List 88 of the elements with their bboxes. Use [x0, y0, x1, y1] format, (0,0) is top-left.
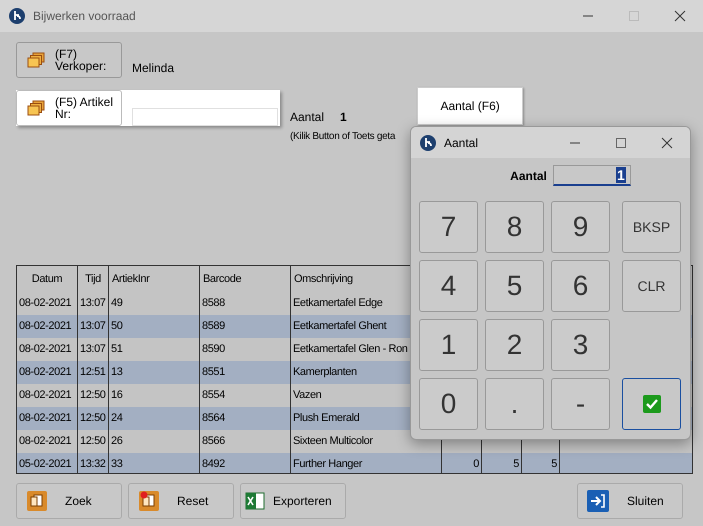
table-cell-text: 08-02-2021 [19, 434, 72, 450]
table-cell-text: 8492 [202, 457, 225, 472]
table-cell-text: 08-02-2021 [19, 365, 72, 380]
table-cell-text: 8588 [202, 296, 225, 312]
table-cell-text: 08-02-2021 [19, 388, 72, 404]
table-cell-text: 13:07 [80, 342, 106, 358]
table-cell-text: 0 [473, 457, 479, 472]
folders-icon [27, 52, 45, 68]
column-header: Barcode [203, 272, 242, 287]
table-cell-text: Sixteen Multicolor [293, 434, 373, 450]
checkmark-icon [642, 395, 660, 413]
keypad-key[interactable]: 0 [419, 378, 478, 430]
exit-icon [587, 490, 609, 512]
column-header: Datum [32, 272, 62, 287]
table-cell-text: 05-02-2021 [19, 457, 72, 472]
column-header: Tijd [85, 272, 101, 287]
table-cell-text: Vazen [293, 388, 322, 404]
table-cell-text: 33 [111, 457, 122, 472]
app-logo-icon [9, 8, 25, 24]
keypad-key[interactable]: 1 [419, 319, 478, 371]
window-title: Bijwerken voorraad [33, 8, 136, 25]
close-button[interactable]: Sluiten [577, 483, 683, 519]
table-cell-text: 8564 [202, 411, 225, 426]
table-cell-text: 13:07 [80, 319, 106, 334]
keypad-key[interactable]: 4 [419, 260, 478, 312]
table-cell-text: Kamerplanten [293, 365, 357, 380]
table-cell-text: Eetkamertafel Edge [293, 296, 382, 312]
keypad-key[interactable]: 5 [485, 260, 544, 312]
quantity-field[interactable]: 1 [552, 165, 631, 186]
table-cell-text: 12:50 [80, 434, 106, 450]
table-cell-text: 24 [111, 411, 122, 426]
spreadsheet-icon [245, 491, 265, 511]
document-icon [27, 491, 47, 511]
keypad-key[interactable]: BKSP [622, 201, 681, 253]
table-cell-text: 26 [111, 434, 122, 450]
keypad-key[interactable]: 3 [551, 319, 610, 371]
table-cell-text: 50 [111, 319, 122, 334]
confirm-button[interactable] [622, 378, 681, 430]
table-cell-text: 8551 [202, 365, 225, 380]
keypad-key[interactable]: 9 [551, 201, 610, 253]
dialog-title: Aantal [444, 134, 478, 152]
article-button[interactable]: (F5) Artikel Nr: [16, 90, 122, 126]
table-cell-text: Plush Emerald [293, 411, 360, 426]
table-cell-text: 08-02-2021 [19, 411, 72, 426]
keypad-key[interactable]: - [551, 378, 610, 430]
excel-button[interactable]: Exporteren [240, 483, 346, 519]
seller-name: Melinda [132, 60, 174, 77]
quantity-button[interactable]: Aantal (F6) [417, 87, 524, 125]
table-cell-text: 08-02-2021 [19, 342, 72, 358]
table-cell-text: 13:32 [80, 457, 106, 472]
quantity-label: Aantal [290, 109, 326, 126]
keypad-key[interactable]: 6 [551, 260, 610, 312]
table-cell-text: 08-02-2021 [19, 296, 72, 312]
table-cell-text: Eetkamertafel Glen - Ron [293, 342, 408, 358]
table-cell-text: Eetkamertafel Ghent [293, 319, 386, 334]
table-cell-text: Further Hanger [293, 457, 362, 472]
table-cell-text: 16 [111, 388, 122, 404]
keypad-key[interactable]: 7 [419, 201, 478, 253]
keypad-key[interactable]: CLR [622, 260, 681, 312]
seller-button[interactable]: (F7) Verkoper: [16, 42, 122, 78]
column-header: Omschrijving [294, 272, 353, 287]
table-cell-text: 8589 [202, 319, 225, 334]
table-cell-text: 13:07 [80, 296, 106, 312]
field-label: Aantal [510, 168, 547, 184]
reset-button[interactable]: Reset [128, 483, 234, 519]
quantity-hint: (Kilik Button of Toets geta [290, 130, 396, 144]
table-cell-text: 51 [111, 342, 122, 358]
table-cell-text: 8590 [202, 342, 225, 358]
table-cell-text: 12:50 [80, 411, 106, 426]
table-cell-text: 12:51 [80, 365, 106, 380]
table-cell-text: 8566 [202, 434, 225, 450]
table-cell-text: 49 [111, 296, 122, 312]
search-button[interactable]: Zoek [16, 483, 122, 519]
table-cell-text: 5 [513, 457, 519, 472]
table-cell-text: 5 [551, 457, 557, 472]
document-delete-icon [139, 491, 159, 511]
table-cell-text: 8554 [202, 388, 225, 404]
app-logo-icon [420, 134, 436, 150]
column-header: ArtiekInr [112, 272, 150, 287]
keypad-key[interactable]: 2 [485, 319, 544, 371]
table-cell-text: 13 [111, 365, 122, 380]
table-cell-text: 08-02-2021 [19, 319, 72, 334]
folders-icon [27, 100, 45, 116]
table-cell-text: 12:50 [80, 388, 106, 404]
article-number-field[interactable] [132, 108, 278, 126]
quantity-value: 1 [340, 109, 347, 126]
keypad-key[interactable]: 8 [485, 201, 544, 253]
keypad-key[interactable]: . [485, 378, 544, 430]
